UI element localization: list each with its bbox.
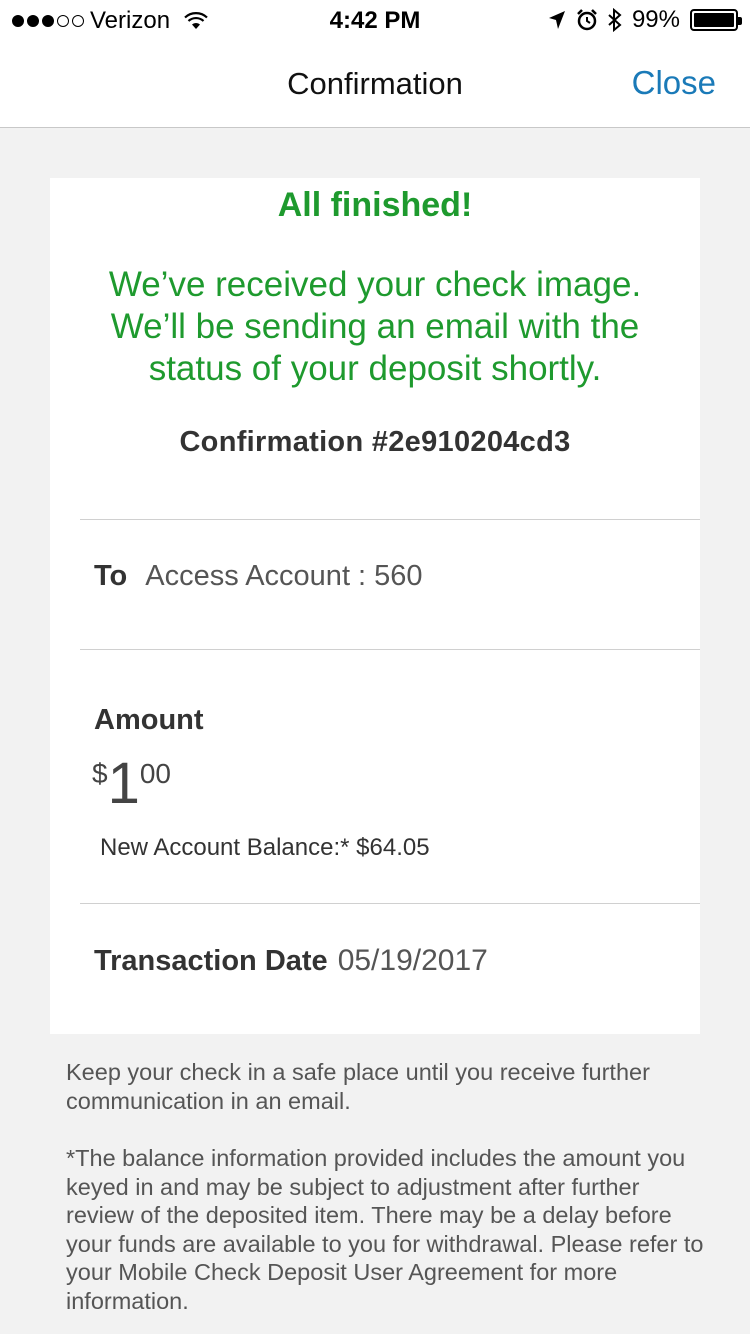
location-arrow-icon [548,11,565,29]
transaction-date-value: 05/19/2017 [337,944,488,977]
to-account: Access Account : 560 [145,560,423,592]
battery-icon [690,9,742,31]
balance-disclaimer: *The balance information provided includ… [66,1145,704,1314]
alarm-icon [577,9,597,31]
transaction-date-row: Transaction Date 05/19/2017 [94,944,488,978]
nav-bar: Confirmation Close [0,40,750,128]
to-row: To Access Account : 560 [94,560,423,593]
amount-cents: 00 [139,758,171,789]
confirmation-card: All finished! We’ve received your check … [50,178,700,1034]
confirmation-number: Confirmation #2e910204cd3 [179,426,571,458]
amount-currency: $ [92,758,108,789]
to-label: To [94,560,128,592]
divider [80,649,700,650]
new-balance: New Account Balance:* $64.05 [100,834,430,861]
status-right: 99% [548,6,742,34]
close-button[interactable]: Close [632,64,716,102]
divider [80,903,700,904]
success-message: We’ve received your check image. We’ll b… [108,265,642,388]
battery-percent: 99% [631,6,680,33]
divider [80,519,700,520]
success-heading: All finished! [277,186,473,224]
bluetooth-icon [608,8,622,32]
keep-check-note: Keep your check in a safe place until yo… [66,1059,650,1114]
amount-value: $100 [92,752,171,822]
status-bar: Verizon 4:42 PM 99% [0,0,750,40]
amount-label: Amount [94,704,204,736]
amount-whole: 1 [107,751,140,816]
transaction-date-label: Transaction Date [94,945,328,977]
